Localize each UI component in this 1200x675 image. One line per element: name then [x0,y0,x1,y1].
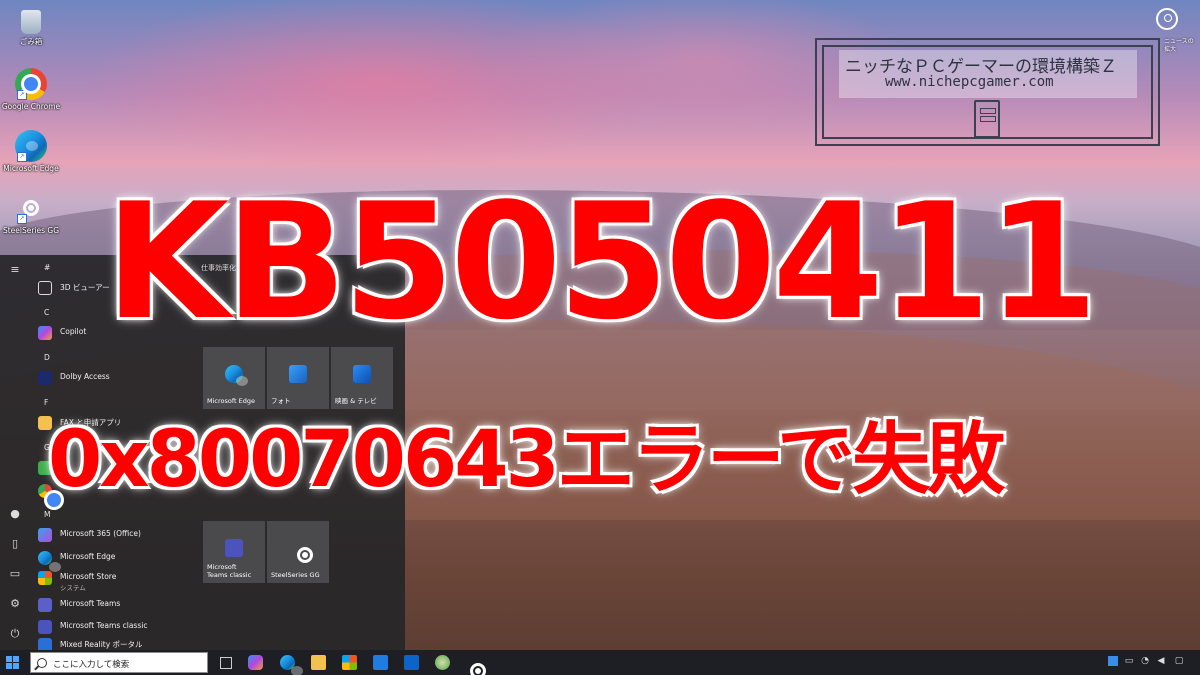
desktop-icon-label: Google Chrome [1,102,61,111]
edge-icon [225,365,248,386]
tile-label: 映画 & テレビ [335,397,377,405]
tile-photos[interactable]: フォト [267,347,329,409]
app-list-letter[interactable]: # [44,263,50,272]
app-subtitle: システム [60,584,86,592]
desktop-icon-chrome[interactable]: ↗ Google Chrome [0,68,62,111]
app-list-item[interactable]: Microsoft Teams [32,595,200,615]
start-left-rail: ≡ ● ▯ ▭ ⚙ ⏻ [0,255,30,650]
steelseries-icon[interactable] [462,655,486,675]
documents-icon[interactable]: ▯ [8,537,22,551]
volume-icon[interactable]: ◀ [1156,656,1166,666]
movies-tv-icon [353,365,371,383]
windows-logo-icon [13,656,19,662]
dolby-icon [38,371,52,385]
app-name: Microsoft Teams [60,599,121,608]
shortcut-arrow-icon: ↗ [17,214,27,224]
headline-kb-number: KB5050411 [105,168,1098,355]
app-list-item[interactable]: Dolby Access [32,368,200,388]
edge-icon: ↗ [15,130,47,162]
store-icon[interactable] [342,655,357,670]
app-list-item[interactable]: Microsoft Store システム [32,568,200,592]
shortcut-arrow-icon: ↗ [17,90,27,100]
battery-icon[interactable]: ▭ [1124,656,1134,666]
site-logo: ニッチなＰＣゲーマーの環境構築Ｚ www.nichepcgamer.com [815,38,1160,146]
pictures-icon[interactable]: ▭ [8,567,22,581]
user-account-icon[interactable]: ● [8,507,22,521]
app-name: Microsoft 365 (Office) [60,529,141,538]
widget-label: ニュースの 拡大 [1164,38,1194,53]
app-list-letter[interactable]: D [44,353,50,362]
photos-icon [289,365,307,383]
search-icon [37,658,47,668]
app-name: Microsoft Teams classic [60,621,148,630]
app-list-letter[interactable]: C [44,308,49,317]
settings-gear-icon[interactable]: ⚙ [8,597,22,611]
steelseries-icon: ↗ [15,192,47,224]
task-view-icon[interactable] [220,657,232,669]
tile-label: Microsoft Teams classic [207,563,252,579]
desktop-icon-label: Microsoft Edge [3,164,59,173]
tile-label: Microsoft Edge [207,397,256,405]
tile-steelseries[interactable]: SteelSeries GG [267,521,329,583]
app-list-item[interactable]: Microsoft Teams classic [32,617,200,637]
pc-tower-icon [974,100,1000,138]
desktop-icon-edge[interactable]: ↗ Microsoft Edge [0,130,62,173]
app-name: Mixed Reality ポータル [60,640,143,649]
edge-icon[interactable] [280,655,303,675]
app-name: Microsoft Edge [60,552,116,561]
mail-icon[interactable] [373,655,388,670]
outlook-icon[interactable] [404,655,419,670]
desktop-icon-recycle-bin[interactable]: ごみ箱 [0,6,62,47]
microsoft-365-icon [38,528,52,542]
windows-logo-icon [6,663,12,669]
hamburger-menu-icon[interactable]: ≡ [8,263,22,277]
app-list-item[interactable]: Microsoft 365 (Office) [32,525,200,545]
chrome-icon: ↗ [15,68,47,100]
app-name: Copilot [60,327,87,336]
taskbar-search-box[interactable]: ここに入力して検索 [30,652,208,673]
tile-movies-tv[interactable]: 映画 & テレビ [331,347,393,409]
search-placeholder: ここに入力して検索 [53,660,130,670]
app-list-item[interactable]: Microsoft Edge [32,548,200,572]
windows-start-button[interactable] [6,656,20,670]
copilot-icon [38,326,52,340]
store-icon [38,571,52,585]
tile-edge[interactable]: Microsoft Edge [203,347,265,409]
recycle-bin-icon [21,10,41,34]
shortcut-arrow-icon: ↗ [17,152,27,162]
desktop-icon-label: SteelSeries GG [2,226,60,235]
system-tray: ▭ ◔ ◀ ▢ [1104,655,1194,670]
tile-teams-classic[interactable]: Microsoft Teams classic [203,521,265,583]
steelseries-icon [289,539,313,563]
teams-icon [38,598,52,612]
tile-label: SteelSeries GG [271,571,320,579]
app-list-letter[interactable]: F [44,398,48,407]
desktop-icon-steelseries[interactable]: ↗ SteelSeries GG [0,192,62,235]
power-icon[interactable]: ⏻ [8,627,22,641]
desktop-icon-label: ごみ箱 [19,37,43,46]
teams-classic-icon [225,539,243,557]
desktop-wallpaper: ごみ箱 ↗ Google Chrome ↗ Microsoft Edge ↗ S… [0,0,1200,675]
photos-app-icon[interactable] [435,655,450,670]
windows-logo-icon [13,663,19,669]
app-name: Dolby Access [60,372,110,381]
notification-icon[interactable]: ▢ [1174,656,1184,666]
logo-url: www.nichepcgamer.com [885,74,1054,90]
app-list-letter[interactable]: M [44,510,50,519]
tile-label: フォト [271,397,291,405]
teams-classic-icon [38,620,52,634]
windows-logo-icon [6,656,12,662]
app-name: Microsoft Store [60,572,117,581]
edge-icon [38,551,61,572]
app-name: 3D ビューアー [60,283,110,292]
copilot-icon[interactable] [248,655,263,670]
file-explorer-icon[interactable] [311,655,326,670]
account-icon[interactable] [1156,8,1178,30]
cube-3d-icon [38,281,52,295]
network-icon[interactable]: ◔ [1140,656,1150,666]
taskbar: ここに入力して検索 ▭ ◔ ◀ ▢ [0,650,1200,675]
headline-error-message: 0x80070643エラーで失敗 [48,415,1005,505]
tray-app-icon[interactable] [1108,656,1118,666]
